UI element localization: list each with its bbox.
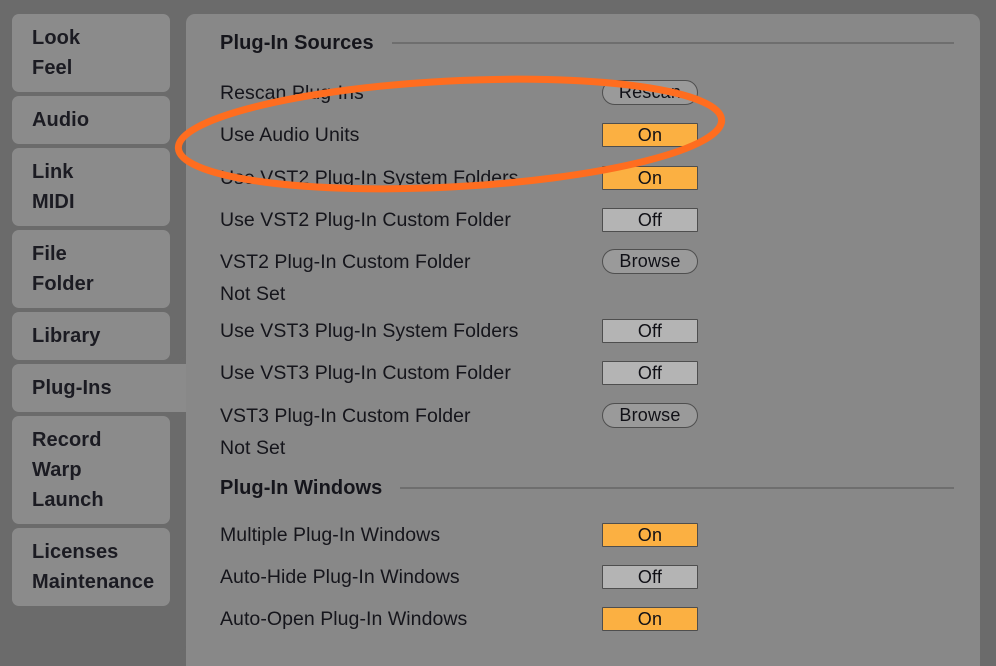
- sidebar-item-label: Feel: [32, 57, 73, 79]
- setting-label: Use VST2 Plug-In Custom Folder: [220, 209, 511, 231]
- sidebar-item-label: Licenses: [32, 541, 119, 563]
- setting-row-vst2-custom-folder-status: Not Set: [220, 281, 954, 307]
- button-vst2-custom-folder[interactable]: Browse: [602, 249, 698, 274]
- setting-label: Auto-Hide Plug-In Windows: [220, 566, 460, 588]
- sidebar-item-label: Launch: [32, 489, 104, 511]
- preferences-window: Look Feel Audio Link MIDI File Folder Library Pl…: [0, 0, 996, 666]
- sidebar-item-look-feel[interactable]: Look Feel: [12, 14, 170, 92]
- sidebar-item-label: Audio: [32, 109, 90, 131]
- sidebar-item-label: Plug-Ins: [32, 377, 112, 399]
- section-title: Plug-In Windows: [220, 476, 383, 499]
- preferences-sidebar: Look Feel Audio Link MIDI File Folder Library Pl…: [0, 0, 187, 666]
- sidebar-item-label: Link: [32, 161, 74, 183]
- button-rescan-plug-ins[interactable]: Rescan: [602, 80, 698, 105]
- setting-row-use-vst2-system-folders: Use VST2 Plug-In System Folders On: [220, 165, 954, 191]
- setting-row-vst3-custom-folder-status: Not Set: [220, 435, 954, 461]
- sidebar-item-audio[interactable]: Audio: [12, 96, 170, 144]
- sidebar-item-link-midi[interactable]: Link MIDI: [12, 148, 170, 226]
- toggle-auto-hide-plug-in-windows[interactable]: Off: [602, 565, 698, 589]
- sidebar-item-label: Folder: [32, 273, 94, 295]
- setting-row-auto-open-plug-in-windows: Auto-Open Plug-In Windows On: [220, 606, 954, 632]
- toggle-auto-open-plug-in-windows[interactable]: On: [602, 607, 698, 631]
- setting-row-auto-hide-plug-in-windows: Auto-Hide Plug-In Windows Off: [220, 564, 954, 590]
- setting-row-rescan-plug-ins: Rescan Plug-Ins Rescan: [220, 80, 954, 106]
- sidebar-item-label: Library: [32, 325, 101, 347]
- setting-label: Use Audio Units: [220, 124, 360, 146]
- sidebar-item-label: MIDI: [32, 191, 75, 213]
- sidebar-item-label: File: [32, 243, 67, 265]
- sidebar-item-library[interactable]: Library: [12, 312, 170, 360]
- setting-row-use-vst3-system-folders: Use VST3 Plug-In System Folders Off: [220, 318, 954, 344]
- setting-label: Not Set: [220, 283, 286, 305]
- setting-label: Use VST3 Plug-In System Folders: [220, 320, 519, 342]
- setting-label: Auto-Open Plug-In Windows: [220, 608, 468, 630]
- sidebar-item-file-folder[interactable]: File Folder: [12, 230, 170, 308]
- button-vst3-custom-folder[interactable]: Browse: [602, 403, 698, 428]
- section-header-plug-in-windows: Plug-In Windows: [220, 475, 954, 501]
- section-divider-rule: [400, 487, 954, 489]
- sidebar-item-label: Maintenance: [32, 571, 155, 593]
- setting-label: Rescan Plug-Ins: [220, 82, 364, 104]
- section-title: Plug-In Sources: [220, 31, 374, 54]
- section-divider-rule: [391, 42, 954, 44]
- setting-label: VST2 Plug-In Custom Folder: [220, 251, 471, 273]
- setting-row-use-audio-units: Use Audio Units On: [220, 122, 954, 148]
- section-header-plug-in-sources: Plug-In Sources: [220, 30, 954, 56]
- toggle-use-vst2-system-folders[interactable]: On: [602, 166, 698, 190]
- setting-row-use-vst2-custom-folder: Use VST2 Plug-In Custom Folder Off: [220, 207, 954, 233]
- sidebar-item-plug-ins[interactable]: Plug-Ins: [12, 364, 187, 412]
- sidebar-item-label: Look: [32, 27, 81, 49]
- toggle-use-audio-units[interactable]: On: [602, 123, 698, 147]
- setting-row-use-vst3-custom-folder: Use VST3 Plug-In Custom Folder Off: [220, 360, 954, 386]
- setting-label: Multiple Plug-In Windows: [220, 524, 441, 546]
- setting-label: VST3 Plug-In Custom Folder: [220, 405, 471, 427]
- toggle-use-vst3-system-folders[interactable]: Off: [602, 319, 698, 343]
- toggle-multiple-plug-in-windows[interactable]: On: [602, 523, 698, 547]
- preferences-content-panel: Plug-In Sources Rescan Plug-Ins Rescan Use …: [186, 14, 980, 666]
- setting-row-vst2-custom-folder: VST2 Plug-In Custom Folder Browse: [220, 249, 954, 275]
- setting-label: Use VST3 Plug-In Custom Folder: [220, 362, 511, 384]
- setting-label: Not Set: [220, 437, 286, 459]
- setting-row-vst3-custom-folder: VST3 Plug-In Custom Folder Browse: [220, 403, 954, 429]
- sidebar-item-label: Record: [32, 429, 102, 451]
- setting-label: Use VST2 Plug-In System Folders: [220, 167, 519, 189]
- sidebar-item-label: Warp: [32, 459, 82, 481]
- sidebar-item-licenses-maintenance[interactable]: Licenses Maintenance: [12, 528, 170, 606]
- toggle-use-vst2-custom-folder[interactable]: Off: [602, 208, 698, 232]
- toggle-use-vst3-custom-folder[interactable]: Off: [602, 361, 698, 385]
- setting-row-multiple-plug-in-windows: Multiple Plug-In Windows On: [220, 522, 954, 548]
- sidebar-item-record-warp-launch[interactable]: Record Warp Launch: [12, 416, 170, 524]
